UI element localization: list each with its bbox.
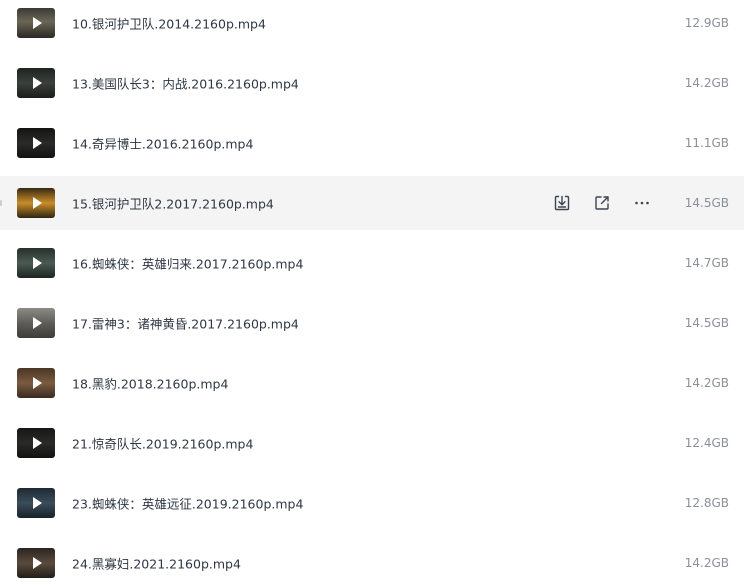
play-icon xyxy=(33,77,42,89)
file-name[interactable]: 21.惊奇队长.2019.2160p.mp4 xyxy=(72,434,253,453)
video-thumbnail[interactable] xyxy=(17,368,55,398)
video-thumbnail[interactable] xyxy=(17,488,55,518)
file-name[interactable]: 17.雷神3：诸神黄昏.2017.2160p.mp4 xyxy=(72,314,299,333)
video-thumbnail[interactable] xyxy=(17,68,55,98)
play-icon xyxy=(33,137,42,149)
play-icon xyxy=(33,317,42,329)
play-icon xyxy=(33,197,42,209)
file-size: 14.2GB xyxy=(684,376,729,390)
file-row[interactable]: 16.蜘蛛侠：英雄归来.2017.2160p.mp4 14.7GB xyxy=(0,236,744,290)
file-row[interactable]: 10.银河护卫队.2014.2160p.mp4 12.9GB xyxy=(0,0,744,50)
more-icon[interactable] xyxy=(632,193,652,213)
play-icon xyxy=(33,497,42,509)
file-row-hovered[interactable]: 15.银河护卫队2.2017.2160p.mp4 14.5GB xyxy=(0,176,744,230)
file-row[interactable]: 17.雷神3：诸神黄昏.2017.2160p.mp4 14.5GB xyxy=(0,296,744,350)
file-size: 12.4GB xyxy=(684,436,729,450)
file-size: 14.2GB xyxy=(684,556,729,570)
file-row[interactable]: 14.奇异博士.2016.2160p.mp4 11.1GB xyxy=(0,116,744,170)
file-row[interactable]: 18.黑豹.2018.2160p.mp4 14.2GB xyxy=(0,356,744,410)
file-name[interactable]: 16.蜘蛛侠：英雄归来.2017.2160p.mp4 xyxy=(72,254,303,273)
file-row[interactable]: 24.黑寡妇.2021.2160p.mp4 14.2GB xyxy=(0,536,744,585)
video-thumbnail[interactable] xyxy=(17,548,55,578)
video-thumbnail[interactable] xyxy=(17,8,55,38)
file-name[interactable]: 24.黑寡妇.2021.2160p.mp4 xyxy=(72,554,241,573)
file-size: 11.1GB xyxy=(684,136,729,150)
file-row[interactable]: 23.蜘蛛侠：英雄远征.2019.2160p.mp4 12.8GB xyxy=(0,476,744,530)
file-size: 14.5GB xyxy=(684,196,729,210)
file-name[interactable]: 10.银河护卫队.2014.2160p.mp4 xyxy=(72,14,266,33)
file-list: 10.银河护卫队.2014.2160p.mp4 12.9GB 13.美国队长3：… xyxy=(0,0,744,585)
row-actions xyxy=(550,193,660,213)
file-size: 12.9GB xyxy=(684,16,729,30)
file-size: 14.5GB xyxy=(684,316,729,330)
row-marker xyxy=(0,200,2,206)
file-size: 12.8GB xyxy=(684,496,729,510)
file-size: 14.7GB xyxy=(684,256,729,270)
file-row[interactable]: 13.美国队长3：内战.2016.2160p.mp4 14.2GB xyxy=(0,56,744,110)
play-icon xyxy=(33,377,42,389)
play-icon xyxy=(33,257,42,269)
video-thumbnail[interactable] xyxy=(17,308,55,338)
file-name[interactable]: 18.黑豹.2018.2160p.mp4 xyxy=(72,374,228,393)
file-row[interactable]: 21.惊奇队长.2019.2160p.mp4 12.4GB xyxy=(0,416,744,470)
file-size: 14.2GB xyxy=(684,76,729,90)
play-icon xyxy=(33,437,42,449)
file-name[interactable]: 13.美国队长3：内战.2016.2160p.mp4 xyxy=(72,74,299,93)
play-icon xyxy=(33,17,42,29)
video-thumbnail[interactable] xyxy=(17,248,55,278)
play-icon xyxy=(33,557,42,569)
download-icon[interactable] xyxy=(552,193,572,213)
video-thumbnail[interactable] xyxy=(17,188,55,218)
share-icon[interactable] xyxy=(592,193,612,213)
file-name[interactable]: 14.奇异博士.2016.2160p.mp4 xyxy=(72,134,253,153)
video-thumbnail[interactable] xyxy=(17,128,55,158)
video-thumbnail[interactable] xyxy=(17,428,55,458)
file-name[interactable]: 23.蜘蛛侠：英雄远征.2019.2160p.mp4 xyxy=(72,494,303,513)
file-name[interactable]: 15.银河护卫队2.2017.2160p.mp4 xyxy=(72,194,274,213)
